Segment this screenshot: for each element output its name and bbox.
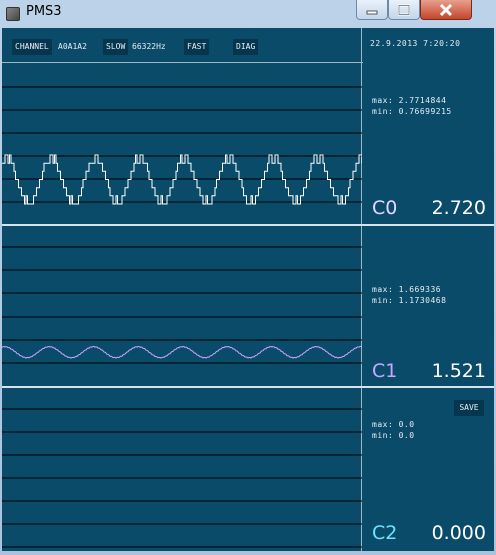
c1-value: 1.521 <box>431 360 486 382</box>
c2-value: 0.000 <box>431 522 486 544</box>
minimize-button[interactable] <box>356 0 388 20</box>
c2-min: min: 0.0 <box>372 431 415 440</box>
c0-plot-svg <box>2 86 362 205</box>
channel-c1-plot <box>2 226 362 386</box>
maximize-button[interactable] <box>388 0 420 20</box>
toolbar: CHANNEL A0A1A2 SLOW 66322Hz FAST DIAG <box>2 28 363 63</box>
channel-c0-info: max: 2.7714844 min: 0.76699215 C0 2.720 <box>364 63 494 224</box>
channel-c0-plot <box>2 63 362 224</box>
title-bar[interactable]: PMS3 <box>0 0 496 26</box>
channel-button[interactable]: CHANNEL <box>12 39 52 55</box>
c1-label: C1 <box>372 360 398 382</box>
c1-min: min: 1.1730468 <box>372 296 447 305</box>
app-window: PMS3 CHANNEL A0A1A2 SLOW 66322Hz FAST DI… <box>0 0 496 555</box>
c0-value: 2.720 <box>431 197 486 219</box>
diag-button[interactable]: DIAG <box>233 39 259 55</box>
c0-label: C0 <box>372 197 398 219</box>
c2-plot-svg <box>2 408 362 548</box>
maximize-icon <box>398 4 410 15</box>
channels-readout: A0A1A2 <box>58 42 87 51</box>
c1-plot-svg <box>2 246 362 364</box>
datetime-readout: 22.9.2013 7:20:20 <box>370 39 461 48</box>
close-button[interactable] <box>420 0 472 20</box>
app-icon <box>6 7 20 21</box>
c2-label: C2 <box>372 522 398 544</box>
save-button[interactable]: SAVE <box>454 400 484 416</box>
c0-min: min: 0.76699215 <box>372 107 452 116</box>
sample-rate-readout: 66322Hz <box>132 42 166 51</box>
window-title: PMS3 <box>26 4 62 19</box>
slow-button[interactable]: SLOW <box>103 39 129 55</box>
signal-trace <box>2 345 362 359</box>
close-icon <box>439 3 453 16</box>
fast-button[interactable]: FAST <box>184 39 210 55</box>
channel-c1-info: max: 1.669336 min: 1.1730468 C1 1.521 <box>364 226 494 386</box>
minimize-icon <box>366 10 378 14</box>
channel-c2-plot <box>2 388 362 551</box>
